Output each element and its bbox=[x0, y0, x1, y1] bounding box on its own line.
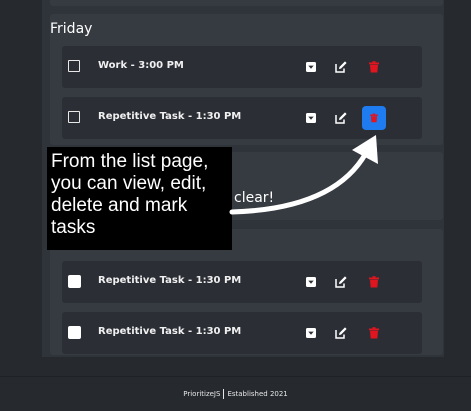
footer-divider bbox=[0, 376, 471, 377]
footer-separator bbox=[223, 389, 225, 399]
tutorial-arrow-icon bbox=[229, 135, 378, 215]
footer: PrioritizeJS Established 2021 bbox=[0, 389, 471, 399]
footer-brand: PrioritizeJS bbox=[183, 390, 221, 398]
footer-established: Established 2021 bbox=[227, 390, 288, 398]
